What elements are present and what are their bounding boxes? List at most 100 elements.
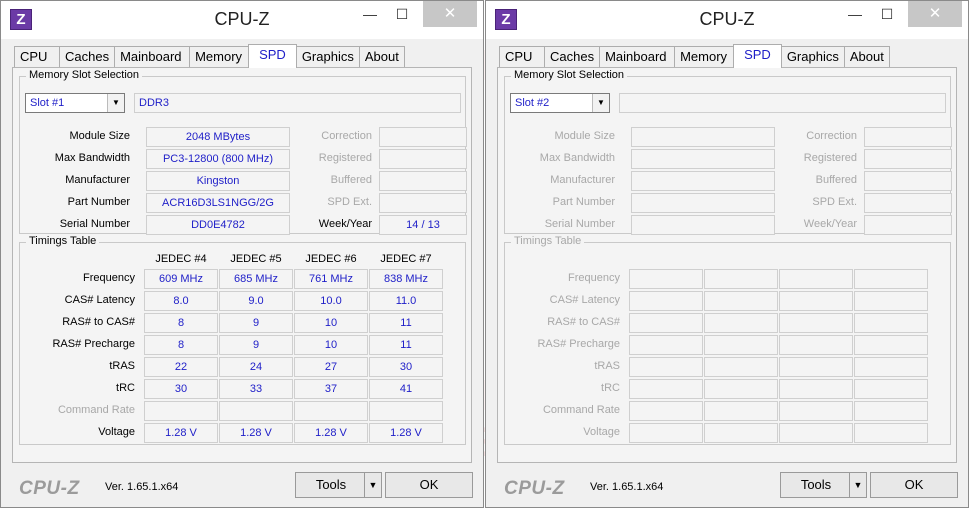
timing-value: 37	[294, 379, 368, 399]
timing-value	[704, 357, 778, 377]
maximize-icon[interactable]: ☐	[874, 1, 900, 27]
timing-label: tRAS	[109, 360, 135, 372]
minimize-icon[interactable]: —	[842, 1, 868, 27]
maximize-icon[interactable]: ☐	[389, 1, 415, 27]
field-label: Registered	[803, 152, 857, 164]
field-value	[864, 215, 952, 235]
minimize-icon[interactable]: —	[357, 1, 383, 27]
timing-value: 1.28 V	[369, 423, 443, 443]
timing-value	[779, 269, 853, 289]
field-value: 2048 MBytes	[146, 127, 290, 147]
field-value	[864, 127, 952, 147]
timing-value	[629, 291, 703, 311]
slot-dropdown[interactable]: Slot #2 ▼	[510, 93, 610, 113]
ok-button[interactable]: OK	[385, 472, 473, 498]
timing-value: 1.28 V	[219, 423, 293, 443]
field-value	[631, 193, 775, 213]
field-label: Registered	[318, 152, 372, 164]
group-title: Memory Slot Selection	[511, 69, 628, 81]
close-icon[interactable]: ✕	[423, 1, 477, 27]
timing-value: 22	[144, 357, 218, 377]
field-value	[864, 149, 952, 169]
field-value	[631, 171, 775, 191]
cpuz-window-slot1: Z CPU-Z — ☐ ✕ CPU Caches Mainboard Memory SPD Grap…	[0, 0, 484, 508]
group-title: Memory Slot Selection	[26, 69, 143, 81]
timing-value	[704, 313, 778, 333]
tab-memory[interactable]: Memory	[674, 46, 735, 68]
chevron-down-icon[interactable]: ▼	[107, 94, 124, 112]
version-label: Ver. 1.65.1.x64	[105, 481, 179, 493]
title-bar[interactable]: Z CPU-Z — ☐ ✕	[486, 1, 968, 39]
tab-about[interactable]: About	[843, 46, 890, 68]
slot-dropdown[interactable]: Slot #1 ▼	[25, 93, 125, 113]
timing-value: 609 MHz	[144, 269, 218, 289]
tab-about[interactable]: About	[358, 46, 405, 68]
tab-caches[interactable]: Caches	[544, 46, 601, 68]
field-value: 14 / 13	[379, 215, 467, 235]
field-label: Buffered	[815, 174, 857, 186]
tab-spd[interactable]: SPD	[733, 44, 782, 68]
field-value: DD0E4782	[146, 215, 290, 235]
field-label: Buffered	[330, 174, 372, 186]
timing-label: CAS# Latency	[64, 294, 135, 306]
timing-value	[779, 401, 853, 421]
timing-value	[704, 401, 778, 421]
group-title: Timings Table	[511, 235, 585, 247]
timing-value	[219, 401, 293, 421]
timing-value	[779, 313, 853, 333]
tools-button[interactable]: Tools	[295, 472, 367, 498]
timing-value: 11	[369, 335, 443, 355]
spd-panel: Memory Slot Selection Slot #1 ▼ DDR3 Module …	[12, 67, 472, 463]
timing-value: 10.0	[294, 291, 368, 311]
timing-label: tRC	[601, 382, 620, 394]
timing-value	[854, 423, 928, 443]
chevron-down-icon[interactable]: ▼	[849, 472, 867, 498]
field-label: Max Bandwidth	[539, 152, 615, 164]
field-value: PC3-12800 (800 MHz)	[146, 149, 290, 169]
tab-spd[interactable]: SPD	[248, 44, 297, 68]
cpuz-logo: CPU-Z	[504, 478, 565, 499]
timing-value	[294, 401, 368, 421]
timing-value	[779, 379, 853, 399]
jedec-column-header: JEDEC #4	[155, 253, 207, 265]
field-value	[379, 171, 467, 191]
timing-value: 9	[219, 335, 293, 355]
timing-label: Frequency	[83, 272, 135, 284]
tab-caches[interactable]: Caches	[59, 46, 116, 68]
timing-value	[704, 291, 778, 311]
field-value	[864, 171, 952, 191]
close-icon[interactable]: ✕	[908, 1, 962, 27]
field-value	[379, 127, 467, 147]
chevron-down-icon[interactable]: ▼	[364, 472, 382, 498]
memory-slot-group: Memory Slot Selection Slot #1 ▼ DDR3 Module …	[19, 69, 467, 235]
tab-cpu[interactable]: CPU	[499, 46, 545, 68]
timing-label: RAS# to CAS#	[62, 316, 135, 328]
tab-graphics[interactable]: Graphics	[780, 46, 845, 68]
field-value	[631, 149, 775, 169]
ok-button[interactable]: OK	[870, 472, 958, 498]
timing-value	[629, 423, 703, 443]
tab-mainboard[interactable]: Mainboard	[114, 46, 191, 68]
tools-button[interactable]: Tools	[780, 472, 852, 498]
tab-mainboard[interactable]: Mainboard	[599, 46, 676, 68]
field-value	[631, 215, 775, 235]
timing-value	[629, 401, 703, 421]
timing-value: 838 MHz	[369, 269, 443, 289]
field-label: Manufacturer	[550, 174, 615, 186]
field-label: Serial Number	[544, 218, 615, 230]
field-value	[864, 193, 952, 213]
tab-graphics[interactable]: Graphics	[295, 46, 360, 68]
timing-value	[629, 379, 703, 399]
field-label: Part Number	[552, 196, 615, 208]
title-bar[interactable]: Z CPU-Z — ☐ ✕	[1, 1, 483, 39]
timing-label: RAS# Precharge	[52, 338, 135, 350]
tab-memory[interactable]: Memory	[189, 46, 250, 68]
tab-cpu[interactable]: CPU	[14, 46, 60, 68]
timing-value	[854, 379, 928, 399]
timing-label: Voltage	[98, 426, 135, 438]
timing-value	[629, 269, 703, 289]
timing-value	[704, 379, 778, 399]
field-label: Module Size	[554, 130, 615, 142]
jedec-column-header: JEDEC #6	[305, 253, 357, 265]
chevron-down-icon[interactable]: ▼	[592, 94, 609, 112]
